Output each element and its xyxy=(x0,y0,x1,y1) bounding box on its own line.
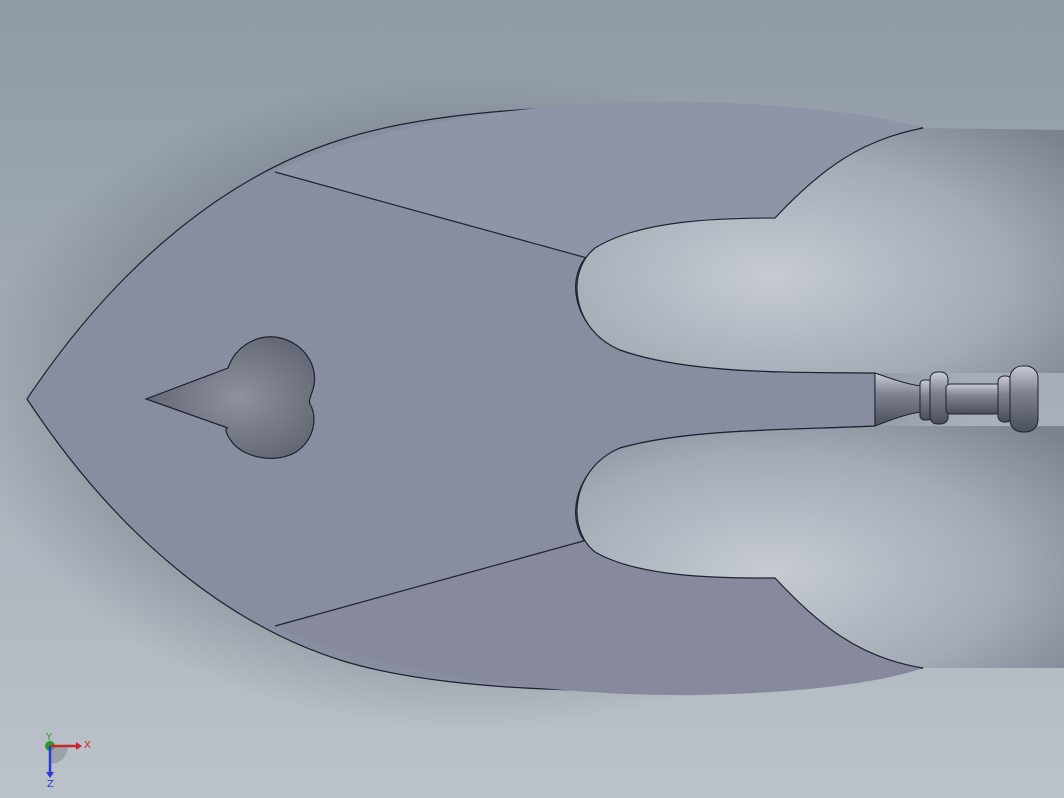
handle-ring-2 xyxy=(929,371,949,425)
z-axis-label: Z xyxy=(47,779,54,790)
view-triad[interactable]: X Y Z xyxy=(30,730,110,790)
x-axis-arrow-icon xyxy=(76,742,82,750)
handle-shaft xyxy=(945,383,1003,415)
graphics-viewport[interactable]: X Y Z xyxy=(0,0,1064,798)
handle-pommel xyxy=(1009,365,1039,433)
triad-shadow-icon xyxy=(50,746,68,764)
x-axis-label: X xyxy=(84,740,91,751)
z-axis-arrow-icon xyxy=(46,772,54,778)
y-axis-label: Y xyxy=(45,732,53,743)
model-view[interactable] xyxy=(0,0,1064,798)
